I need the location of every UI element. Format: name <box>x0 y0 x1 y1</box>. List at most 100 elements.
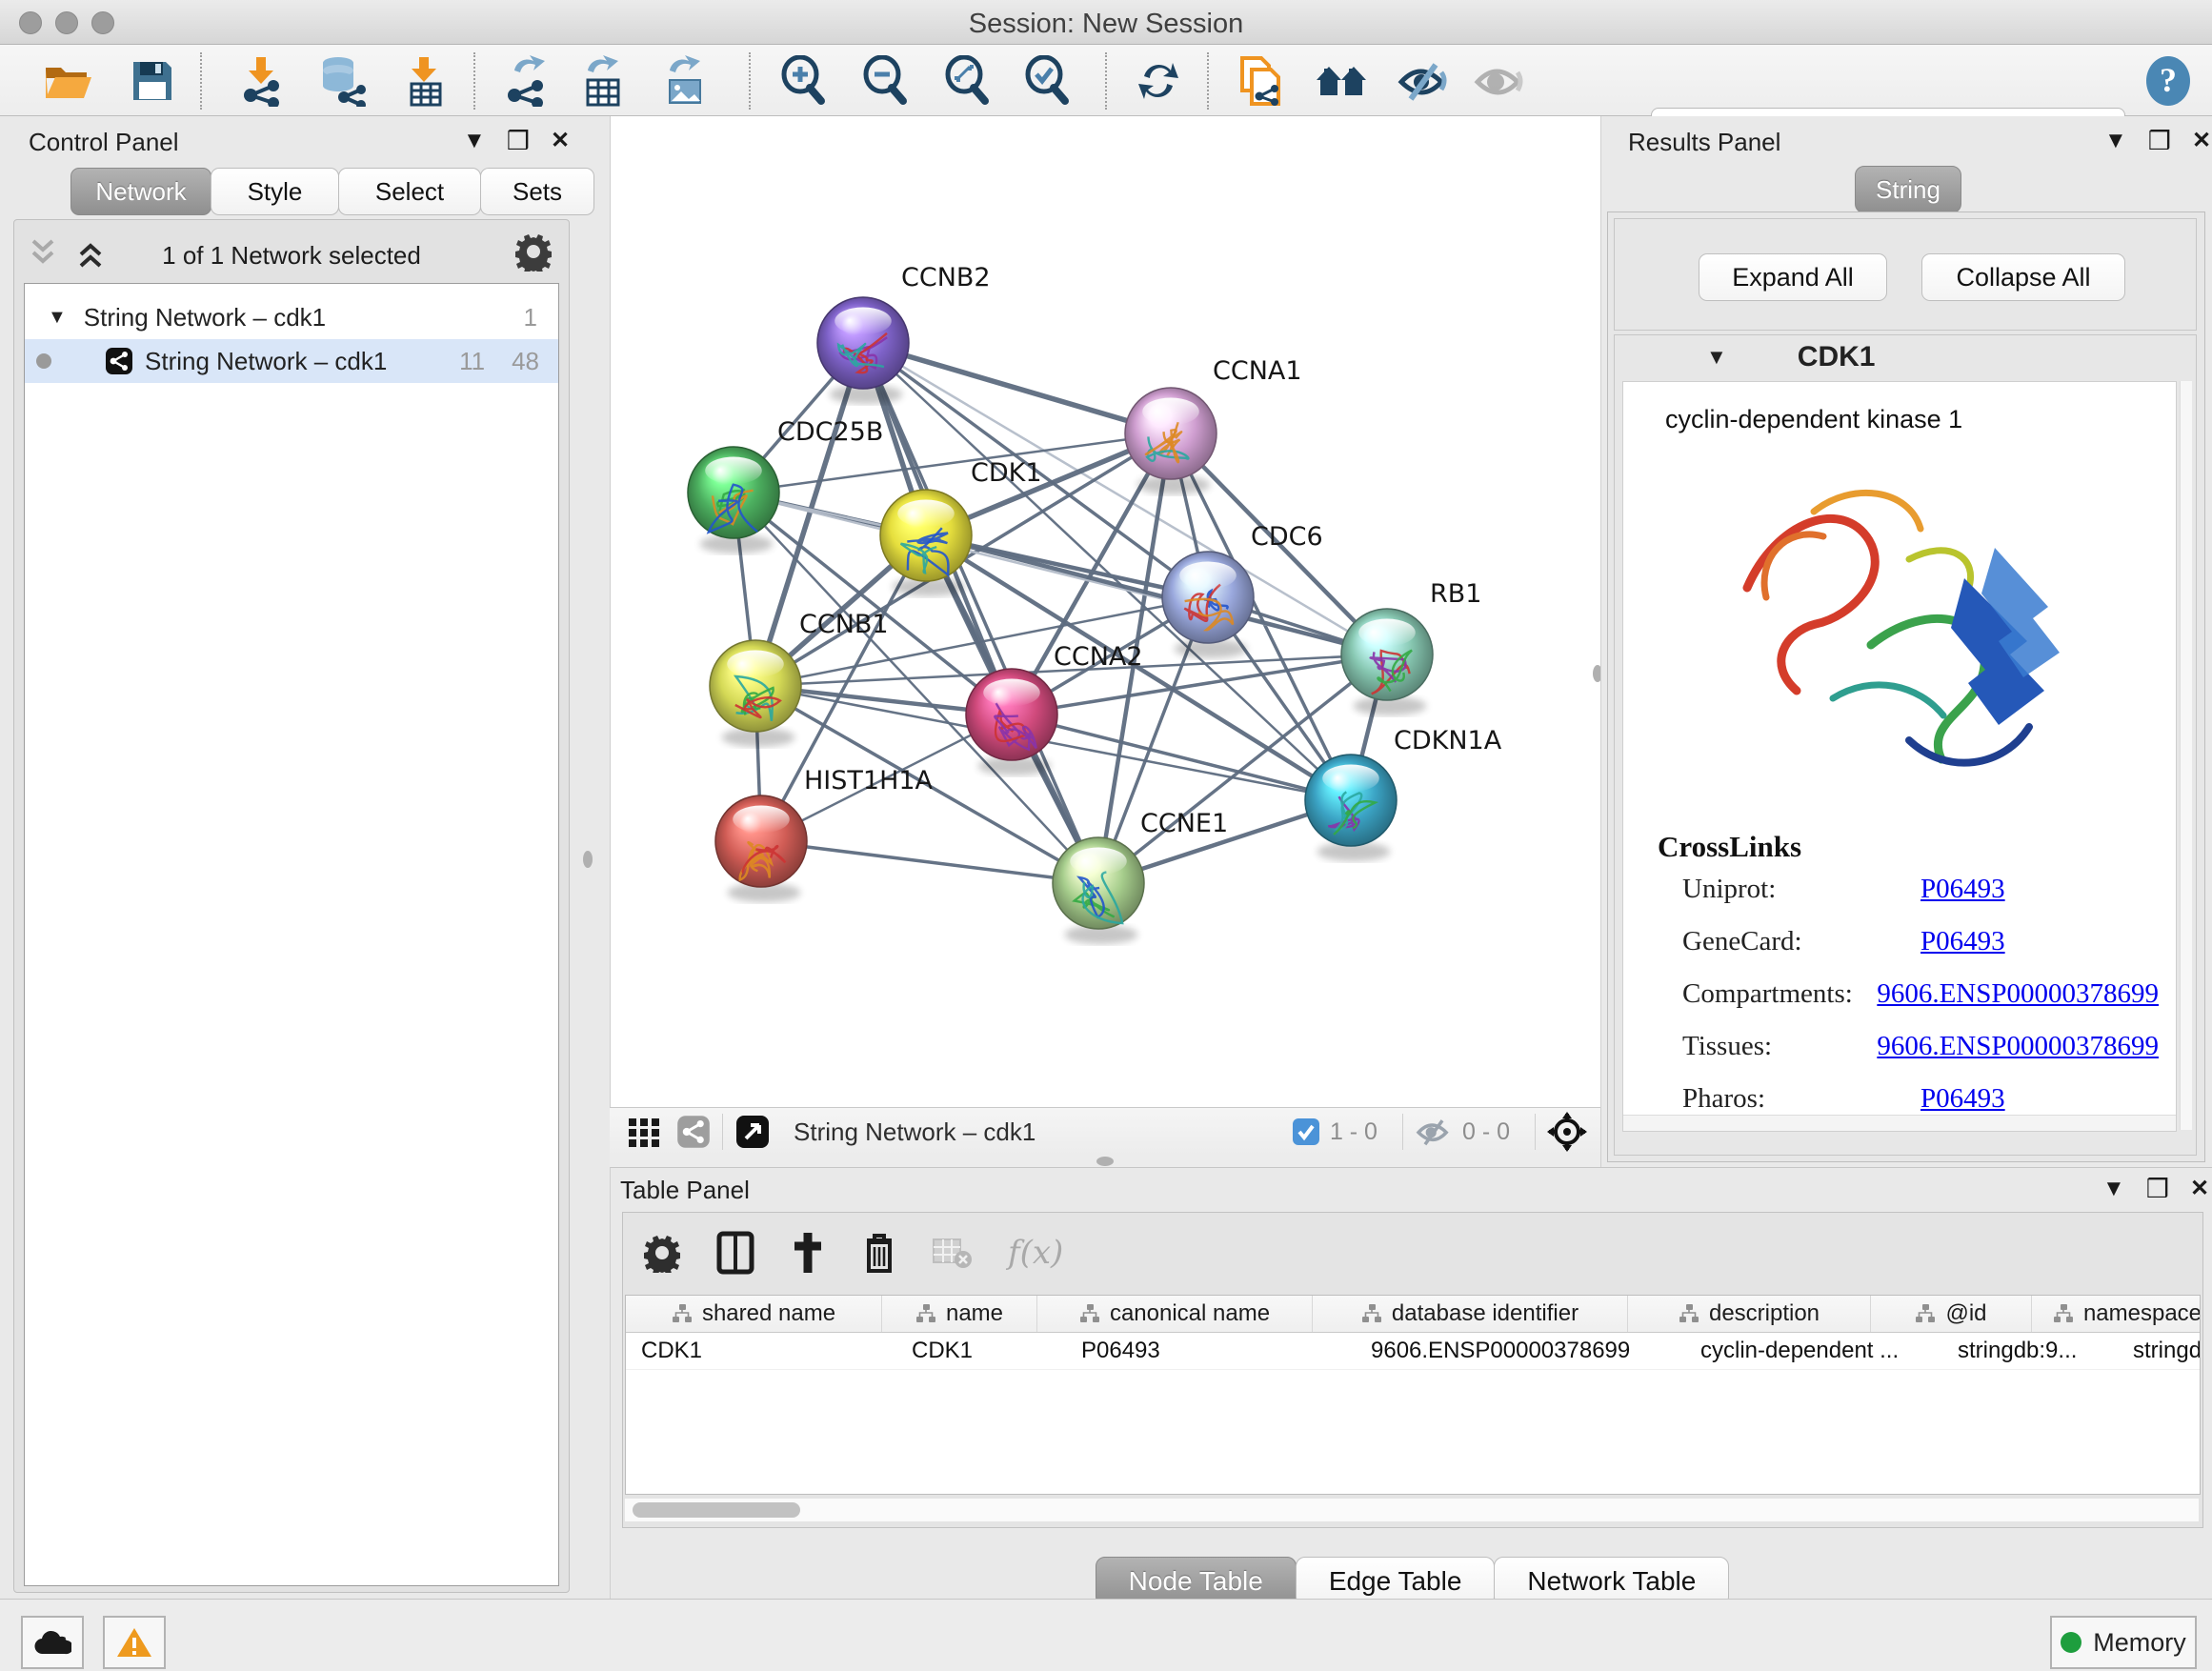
table-options-gear-icon[interactable] <box>642 1233 682 1273</box>
results-vscroll-track[interactable] <box>2180 381 2192 1130</box>
node-label-CCNA1: CCNA1 <box>1213 356 1302 386</box>
column-header-shared-name[interactable]: shared name <box>626 1296 882 1332</box>
save-session-button[interactable] <box>126 54 179 108</box>
network-canvas[interactable]: CCNB2CCNA1CDC25BCDK1CDC6RB1CCNB1CCNA2CDK… <box>610 116 1601 1107</box>
panel-menu-icon[interactable]: ▼ <box>2104 130 2127 152</box>
table-hscroll-track[interactable] <box>625 1499 2199 1521</box>
window-title: Session: New Session <box>0 9 2212 40</box>
toolbar-separator <box>1402 1114 1403 1150</box>
open-in-window-icon[interactable] <box>734 1114 771 1150</box>
network-collection-row[interactable]: ▼ String Network – cdk1 1 <box>25 295 558 339</box>
table-cell: stringdb:9... <box>1942 1333 2118 1369</box>
crosslink-value-link[interactable]: 9606.ENSP00000378699 <box>1877 978 2159 1010</box>
crosslink-value-link[interactable]: P06493 <box>1920 1083 2005 1115</box>
warning-button[interactable] <box>103 1616 166 1669</box>
node-count: 11 <box>459 347 485 376</box>
grid-view-icon[interactable] <box>625 1113 663 1151</box>
network-node-CCNA2[interactable] <box>966 669 1057 760</box>
refresh-view-button[interactable] <box>1132 54 1185 108</box>
import-network-file-button[interactable] <box>234 54 288 108</box>
show-columns-icon[interactable] <box>716 1231 754 1275</box>
network-options-gear-icon[interactable] <box>513 232 553 276</box>
gene-section: ▼ CDK1 cyclin-dependent kinase 1 <box>1614 334 2197 1156</box>
crosslink-row: Uniprot:P06493 <box>1682 874 2159 905</box>
tab-sets[interactable]: Sets <box>480 168 594 215</box>
network-node-CDC6[interactable] <box>1162 552 1254 643</box>
results-hscroll-track[interactable] <box>1623 1115 2176 1131</box>
edge-count: 48 <box>512 347 539 376</box>
panel-close-icon[interactable]: ✕ <box>2192 130 2211 152</box>
network-node-CCNB2[interactable] <box>817 297 909 389</box>
crosslink-value-link[interactable]: 9606.ENSP00000378699 <box>1877 1031 2159 1062</box>
panel-close-icon[interactable]: ✕ <box>551 130 570 152</box>
add-column-icon[interactable] <box>789 1231 827 1275</box>
export-table-button[interactable] <box>577 54 631 108</box>
tab-string[interactable]: String <box>1855 166 1961 213</box>
section-expander-icon[interactable]: ▼ <box>1706 345 1727 370</box>
results-panel: Results Panel ▼ ❒ ✕ String Expand All Co… <box>1600 116 2212 1167</box>
network-node-CCNA1[interactable] <box>1125 388 1217 479</box>
table-hscroll-thumb[interactable] <box>633 1502 800 1518</box>
network-node-CCNB1[interactable] <box>710 640 801 732</box>
network-share-icon[interactable] <box>676 1115 711 1149</box>
column-header-database-identifier[interactable]: database identifier <box>1313 1296 1628 1332</box>
panel-float-icon[interactable]: ❒ <box>507 130 530 152</box>
column-header-description[interactable]: description <box>1628 1296 1871 1332</box>
tab-select[interactable]: Select <box>338 168 481 215</box>
network-node-CDC25B[interactable] <box>688 447 779 538</box>
panel-menu-icon[interactable]: ▼ <box>2102 1178 2125 1200</box>
network-node-RB1[interactable] <box>1341 609 1433 700</box>
birdseye-view-icon[interactable] <box>1547 1112 1587 1152</box>
network-node-CDKN1A[interactable] <box>1305 755 1397 846</box>
toolbar-separator <box>1535 1114 1536 1150</box>
network-row[interactable]: String Network – cdk1 11 48 <box>25 339 558 383</box>
panel-float-icon[interactable]: ❒ <box>2148 130 2171 152</box>
column-header--id[interactable]: @id <box>1871 1296 2032 1332</box>
network-node-HIST1H1A[interactable] <box>715 795 807 887</box>
gene-section-header[interactable]: ▼ CDK1 <box>1615 335 2196 379</box>
network-node-CDK1[interactable] <box>880 490 972 581</box>
cloud-button[interactable] <box>21 1616 84 1669</box>
node-label-CCNA2: CCNA2 <box>1054 642 1143 672</box>
crosslinks-heading: CrossLinks <box>1658 830 1801 864</box>
zoom-out-button[interactable] <box>859 54 913 108</box>
copy-style-button[interactable] <box>1235 54 1288 108</box>
vertical-splitter-handle[interactable] <box>583 851 593 868</box>
memory-button[interactable]: Memory <box>2050 1616 2197 1669</box>
help-button[interactable]: ? <box>2142 54 2195 108</box>
import-network-database-button[interactable] <box>314 54 368 108</box>
network-node-CCNE1[interactable] <box>1053 837 1144 929</box>
table-row[interactable]: CDK1CDK1P064939606.ENSP00000378699cyclin… <box>626 1333 2200 1370</box>
crosslink-value-link[interactable]: P06493 <box>1920 874 2005 905</box>
export-image-button[interactable] <box>659 54 713 108</box>
horizontal-splitter-handle[interactable] <box>1096 1157 1114 1166</box>
show-all-button[interactable] <box>1473 54 1526 108</box>
node-label-CDC6: CDC6 <box>1251 522 1323 552</box>
column-header-name[interactable]: name <box>882 1296 1037 1332</box>
string-home-button[interactable] <box>1315 54 1368 108</box>
zoom-selected-button[interactable] <box>1021 54 1075 108</box>
panel-menu-icon[interactable]: ▼ <box>463 130 486 152</box>
column-header-canonical-name[interactable]: canonical name <box>1037 1296 1313 1332</box>
zoom-fit-button[interactable] <box>941 54 995 108</box>
zoom-in-button[interactable] <box>777 54 831 108</box>
export-network-button[interactable] <box>499 54 553 108</box>
open-session-button[interactable] <box>42 54 95 108</box>
tab-style[interactable]: Style <box>211 168 339 215</box>
results-panel-title: Results Panel <box>1628 128 1780 157</box>
network-list: ▼ String Network – cdk1 1 String Network… <box>24 283 559 1586</box>
tab-network[interactable]: Network <box>70 168 211 215</box>
panel-float-icon[interactable]: ❒ <box>2146 1178 2169 1200</box>
tree-expander-icon[interactable]: ▼ <box>48 307 67 329</box>
selected-nodes-checkbox-icon[interactable] <box>1292 1117 1320 1146</box>
crosslink-value-link[interactable]: P06493 <box>1920 926 2005 957</box>
column-header-namespace[interactable]: namespace <box>2032 1296 2201 1332</box>
hidden-eye-icon[interactable] <box>1415 1117 1453 1147</box>
import-table-file-button[interactable] <box>398 54 452 108</box>
collapse-all-button[interactable]: Collapse All <box>1921 253 2125 301</box>
delete-column-icon[interactable] <box>861 1231 897 1275</box>
panel-close-icon[interactable]: ✕ <box>2190 1178 2209 1200</box>
hide-selected-button[interactable] <box>1397 54 1450 108</box>
toolbar-separator <box>200 52 202 110</box>
expand-all-button[interactable]: Expand All <box>1699 253 1887 301</box>
